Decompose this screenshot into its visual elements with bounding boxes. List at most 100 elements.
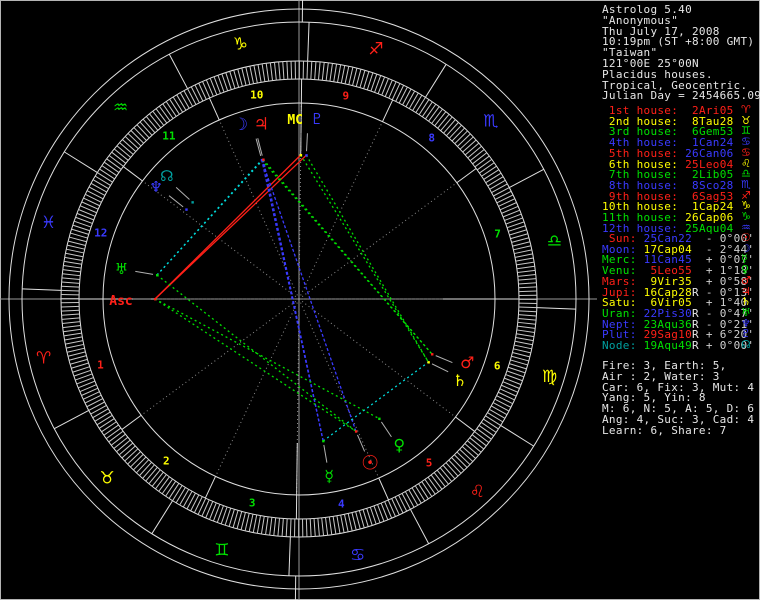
degree-tick	[469, 149, 485, 162]
degree-tick	[66, 347, 85, 353]
degree-tick	[165, 480, 177, 497]
degree-tick	[281, 518, 284, 537]
degree-tick	[398, 494, 408, 512]
chart-header: Astrolog 5.40 "Anonymous" Thu July 17, 200…	[602, 4, 760, 102]
aspect-line-pluto-saturn	[305, 154, 429, 363]
degree-tick	[329, 63, 333, 82]
degree-tick	[66, 248, 84, 254]
degree-tick	[512, 241, 531, 247]
aries-icon: ♈	[36, 349, 51, 369]
degree-tick	[352, 68, 358, 86]
degree-tick	[391, 498, 400, 516]
degree-tick	[179, 489, 190, 506]
saturn-icon: ♄	[453, 371, 467, 390]
degree-tick	[518, 317, 537, 321]
degree-tick	[269, 517, 273, 536]
degree-tick	[175, 487, 186, 504]
degree-tick	[467, 145, 482, 159]
stats-line-6: Learn: 6, Share: 7	[602, 423, 727, 437]
degree-tick	[518, 282, 537, 285]
house-cusp-spoke	[298, 121, 383, 300]
house-number-10: 10	[250, 88, 263, 101]
degree-tick	[121, 445, 136, 459]
degree-tick	[510, 359, 528, 366]
degree-tick	[62, 324, 81, 329]
degree-tick	[66, 343, 84, 349]
degree-tick	[514, 340, 533, 346]
degree-tick	[459, 136, 474, 150]
degree-tick	[108, 430, 124, 443]
degree-tick	[161, 478, 173, 495]
degree-tick	[286, 61, 289, 80]
degree-tick	[405, 90, 416, 107]
degree-tick	[489, 408, 506, 419]
degree-tick	[236, 511, 243, 529]
degree-tick	[427, 476, 440, 493]
sign-boundary-line	[500, 424, 534, 447]
degree-tick	[434, 111, 447, 127]
aspect-line-mercury-moon	[261, 159, 324, 442]
degree-tick	[201, 499, 210, 517]
degree-tick	[440, 116, 453, 131]
degree-tick	[61, 313, 80, 316]
degree-tick	[198, 82, 207, 100]
degree-tick	[197, 498, 207, 515]
degree-tick	[408, 489, 419, 506]
house-number-5: 5	[426, 457, 433, 470]
degree-tick	[183, 90, 194, 107]
degree-tick	[62, 321, 81, 325]
cancer-icon: ♋	[350, 545, 365, 565]
degree-tick	[103, 424, 119, 436]
degree-tick	[92, 408, 109, 419]
degree-tick	[415, 97, 426, 113]
mars-icon: ♂	[460, 353, 474, 372]
degree-tick	[97, 172, 113, 183]
degree-tick	[499, 202, 517, 211]
degree-tick	[418, 483, 429, 500]
degree-tick	[513, 348, 531, 354]
degree-tick	[321, 62, 325, 81]
degree-tick	[487, 176, 504, 187]
degree-tick	[491, 405, 508, 416]
degree-tick	[476, 428, 492, 440]
degree-tick	[290, 61, 293, 80]
degree-tick	[190, 86, 200, 104]
degree-tick	[518, 314, 537, 317]
degree-tick	[471, 434, 487, 447]
degree-tick	[67, 351, 86, 357]
aspect-line-ascendant-venus	[154, 298, 380, 420]
degree-tick	[418, 99, 430, 115]
midheaven-label: MC	[287, 113, 303, 128]
degree-tick	[518, 310, 537, 313]
sign-boundary-line	[168, 54, 189, 89]
astrolog-window: ♈ ♉ ♊ ♋ ♌ ♍ ♎ ♏ ♐ ♑ ♒ ♓ 1 2 3 4 5 6 7 8 9 10 11 12 ☉ ☽ ☿ ♀ ♂ ♃ ♄ ♅ ♆ ♇ ☊ As…	[0, 0, 760, 600]
degree-tick	[133, 127, 147, 141]
degree-tick	[343, 514, 349, 532]
house-number-1: 1	[97, 358, 104, 371]
pluto-icon: ♇	[310, 110, 323, 128]
leo-icon: ♌	[470, 482, 485, 502]
scorpio-icon: ♏	[483, 112, 498, 132]
degree-tick	[518, 278, 537, 281]
house-cusp-line	[121, 414, 142, 430]
degree-tick	[63, 260, 82, 265]
retrograde-flag: R	[692, 339, 699, 353]
degree-tick	[110, 433, 126, 446]
degree-tick	[63, 328, 82, 333]
house-cusp-spoke	[298, 298, 456, 418]
degree-tick	[491, 183, 508, 194]
degree-tick	[436, 469, 449, 485]
degree-tick	[516, 333, 535, 338]
midheaven-position-dot	[299, 154, 303, 157]
degree-tick	[424, 479, 436, 495]
aspect-line-ascendant-sun	[154, 298, 357, 432]
degree-tick	[442, 464, 456, 480]
degree-tick	[94, 175, 111, 186]
degree-tick	[425, 103, 437, 120]
degree-tick	[168, 483, 180, 499]
sign-boundary-line	[409, 509, 430, 544]
degree-tick	[439, 467, 453, 482]
degree-tick	[240, 512, 246, 530]
degree-tick	[113, 148, 129, 161]
degree-tick	[241, 67, 247, 86]
